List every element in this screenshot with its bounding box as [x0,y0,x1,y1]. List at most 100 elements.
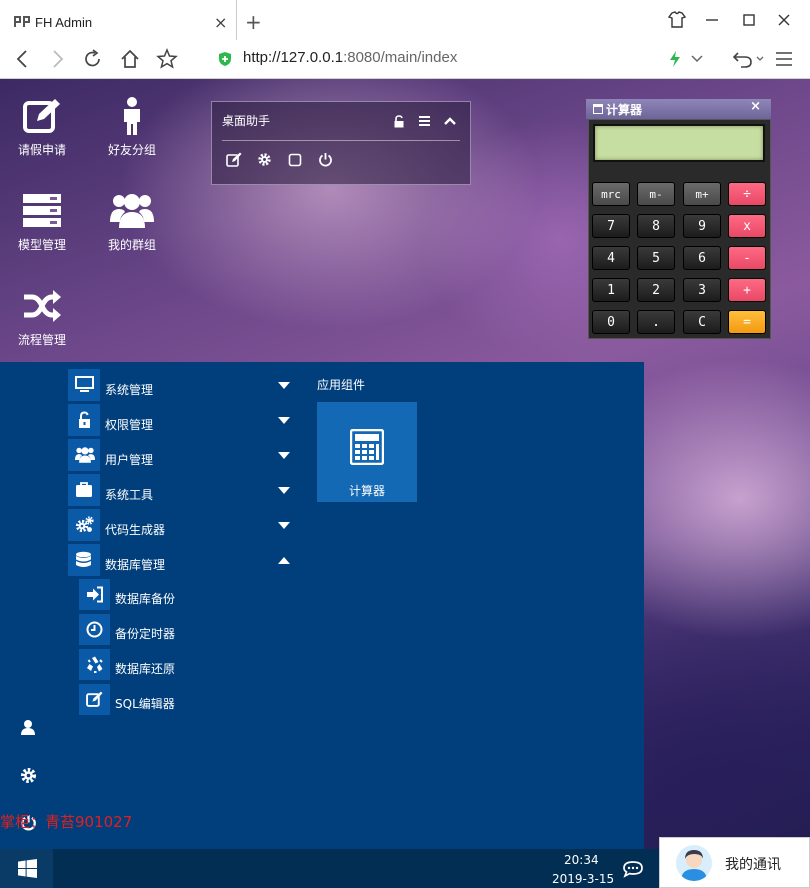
calculator-display [593,124,765,162]
caret-down-icon[interactable] [278,487,290,494]
menu-hamburger-icon[interactable] [774,50,794,68]
start-button[interactable] [0,849,53,888]
caret-down-icon[interactable] [278,452,290,459]
calculator-key[interactable]: 9 [683,214,721,238]
gear-icon[interactable] [20,767,37,784]
calculator-window: 计算器 × mrc m-m+ ÷ 7 8 9 x 4 5 6- 1 2 3 +0. C = [586,99,771,339]
url-field[interactable]: http://127.0.0.1:8080/main/index [205,45,715,73]
secure-shield-icon [219,52,231,66]
sign-in-icon [79,579,110,610]
menu-item[interactable]: 用户管理 [68,439,298,472]
person-avatar-icon [681,850,707,881]
recycle-icon [79,649,110,680]
user-icon[interactable] [20,719,36,736]
calculator-key[interactable]: . [637,310,675,334]
calculator-titlebar[interactable]: 计算器 × [586,99,771,119]
calculator-key[interactable]: C [683,310,721,334]
desktop-icon-model-management[interactable]: 模型管理 [2,192,82,253]
shirt-icon[interactable] [665,8,689,32]
desktop-icon-process-management[interactable]: 流程管理 [2,287,82,348]
user-icon [124,97,140,135]
calculator-key[interactable]: mrc [592,182,630,206]
calculator-key[interactable]: 7 [592,214,630,238]
menu-item[interactable]: 数据库管理 [68,544,298,577]
calculator-key[interactable]: 8 [637,214,675,238]
close-window-icon[interactable] [772,8,796,32]
lock-icon[interactable] [393,115,405,128]
server-icon [23,194,61,227]
forward-icon[interactable] [46,48,68,70]
unlock-icon [68,404,100,436]
calculator-key[interactable]: x [728,214,766,238]
caret-down-icon[interactable] [278,382,290,389]
window-square-icon[interactable] [288,153,302,167]
desktop-icon-label: 我的群组 [107,238,156,252]
menu-item[interactable]: 代码生成器 [68,509,298,542]
menu-item[interactable]: 系统管理 [68,369,298,402]
reload-icon[interactable] [82,48,104,70]
calculator-key[interactable]: 0 [592,310,630,334]
app-tile-label: 计算器 [348,484,385,498]
menu-item-label: 代码生成器 [105,523,166,537]
undo-dropdown-icon[interactable] [756,56,764,62]
menu-item-label: 权限管理 [105,418,154,432]
start-menu: 系统管理权限管理用户管理 系统工具代码生成器数据库管理 数据库备份 备份定时器数据库… [0,362,644,849]
calculator-close-icon[interactable]: × [750,99,761,114]
my-contacts-button[interactable]: 我的通讯 [659,837,810,888]
calculator-key[interactable]: 3 [683,278,721,302]
clock-icon [79,614,110,645]
submenu-item-label: 数据库还原 [115,662,176,676]
calculator-key[interactable]: m- [637,182,675,206]
tab-title: FH Admin [35,15,93,30]
caret-down-icon[interactable] [278,417,290,424]
calculator-key[interactable]: ÷ [728,182,766,206]
dropdown-chevron-icon[interactable] [690,54,704,64]
desktop-assistant-widget: 桌面助手 [211,101,471,185]
desktop-icon-label: 流程管理 [17,333,66,347]
caret-up-icon[interactable] [278,557,290,564]
calculator-key[interactable]: + [728,278,766,302]
bookmark-star-icon[interactable] [156,48,178,70]
submenu-item[interactable]: 数据库还原 [79,649,279,681]
minimize-icon[interactable] [700,8,724,32]
list-icon[interactable] [418,115,431,127]
calculator-key[interactable]: 1 [592,278,630,302]
home-icon[interactable] [119,48,141,70]
submenu-item-label: SQL编辑器 [115,697,175,711]
edit-icon[interactable] [226,152,242,167]
submenu-item[interactable]: SQL编辑器 [79,684,279,716]
desktop-icon-leave-request[interactable]: 请假申请 [2,97,82,158]
power-icon[interactable] [318,152,333,167]
taskbar: 20:34 2019-3-15 [0,849,660,888]
desktop-icon [68,369,100,401]
lightning-icon[interactable] [668,50,682,68]
assistant-title: 桌面助手 [222,114,271,128]
calculator-key[interactable]: = [728,310,766,334]
desktop-icon-my-groups[interactable]: 我的群组 [92,192,172,253]
chat-bubble-icon[interactable] [622,860,644,878]
back-icon[interactable] [12,48,34,70]
gear-icon[interactable] [257,152,272,167]
menu-item[interactable]: 系统工具 [68,474,298,507]
desktop: 请假申请 好友分组 模型管理 我的群组 流程管理 桌面助手 计算器 × mrc … [0,79,810,888]
submenu-item[interactable]: 备份定时器 [79,614,279,646]
caret-down-icon[interactable] [278,522,290,529]
calculator-key[interactable]: 4 [592,246,630,270]
menu-item[interactable]: 权限管理 [68,404,298,437]
tab-close-icon[interactable]: × [214,13,227,32]
undo-icon[interactable] [732,49,754,69]
calculator-key[interactable]: 5 [637,246,675,270]
calculator-key[interactable]: 2 [637,278,675,302]
app-tile-calculator[interactable]: 计算器 [317,402,417,502]
calculator-key[interactable]: - [728,246,766,270]
calculator-title: 计算器 [606,103,643,117]
maximize-icon[interactable] [737,8,761,32]
calculator-key[interactable]: m+ [683,182,721,206]
new-tab-icon[interactable]: + [245,10,262,34]
watermark-text: 掌柜：青苔901027 [0,813,133,831]
database-icon [68,544,100,576]
submenu-item[interactable]: 数据库备份 [79,579,279,611]
desktop-icon-friend-groups[interactable]: 好友分组 [92,97,172,158]
chevron-up-icon[interactable] [443,116,457,126]
calculator-key[interactable]: 6 [683,246,721,270]
